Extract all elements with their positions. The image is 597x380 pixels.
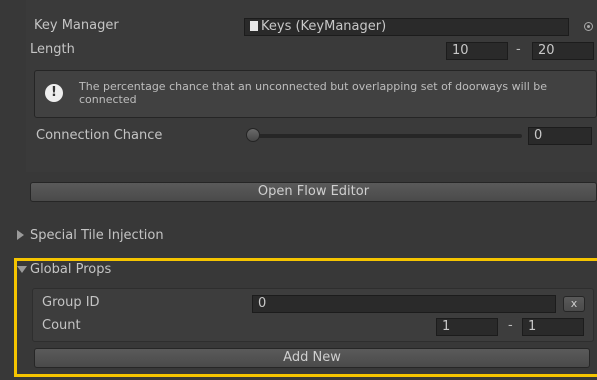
connection-chance-input[interactable]: 0 xyxy=(528,127,592,145)
open-flow-editor-button[interactable]: Open Flow Editor xyxy=(30,182,597,202)
special-tile-injection-foldout[interactable]: Special Tile Injection xyxy=(30,226,164,246)
connection-chance-label: Connection Chance xyxy=(36,128,163,143)
length-label: Length xyxy=(30,42,75,57)
document-icon xyxy=(250,21,258,31)
connection-chance-slider-track[interactable] xyxy=(250,134,522,138)
count-separator: - xyxy=(508,318,513,333)
add-new-button[interactable]: Add New xyxy=(34,348,590,368)
length-min-input[interactable]: 10 xyxy=(446,42,508,60)
key-manager-field[interactable]: Keys (KeyManager) xyxy=(244,18,569,36)
group-id-label: Group ID xyxy=(42,295,100,310)
global-props-foldout[interactable]: Global Props xyxy=(30,260,111,280)
length-separator: - xyxy=(516,42,521,57)
remove-entry-button[interactable]: x xyxy=(563,296,585,312)
key-manager-value: Keys (KeyManager) xyxy=(261,19,387,34)
expanded-arrow-icon[interactable] xyxy=(17,266,27,273)
help-box: ! The percentage chance that an unconnec… xyxy=(34,70,597,118)
connection-chance-slider-thumb[interactable] xyxy=(246,128,260,142)
length-max-input[interactable]: 20 xyxy=(532,42,594,60)
group-id-input[interactable]: 0 xyxy=(252,295,556,313)
help-box-text: The percentage chance that an unconnecte… xyxy=(79,80,548,106)
info-icon: ! xyxy=(45,84,63,102)
count-min-input[interactable]: 1 xyxy=(436,318,498,336)
collapsed-arrow-icon[interactable] xyxy=(17,230,24,240)
object-picker-icon[interactable] xyxy=(584,22,593,31)
close-icon: x xyxy=(570,297,578,310)
count-label: Count xyxy=(42,318,81,333)
key-manager-label: Key Manager xyxy=(34,18,119,33)
count-max-input[interactable]: 1 xyxy=(522,318,584,336)
